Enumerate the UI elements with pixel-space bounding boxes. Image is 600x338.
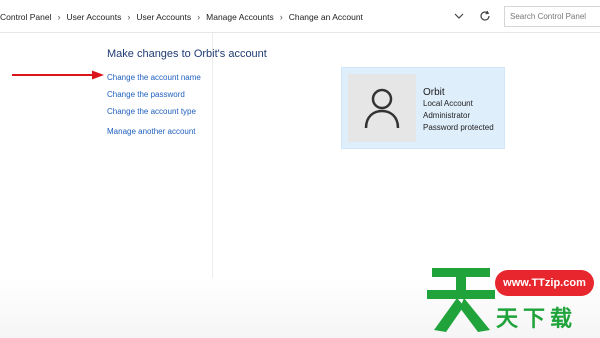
change-account-name-link[interactable]: Change the account name xyxy=(107,73,201,82)
breadcrumb-change-account[interactable]: Change an Account xyxy=(289,12,363,22)
breadcrumb-separator-icon: › xyxy=(127,11,131,22)
account-card: Orbit Local Account Administrator Passwo… xyxy=(341,67,505,149)
breadcrumb-control-panel[interactable]: Control Panel xyxy=(0,12,52,22)
change-account-type-link[interactable]: Change the account type xyxy=(107,107,196,116)
watermark-logo xyxy=(427,268,495,332)
search-input[interactable]: Search Control Panel xyxy=(504,6,600,27)
account-type: Local Account xyxy=(423,99,473,108)
breadcrumb: Control Panel › User Accounts › User Acc… xyxy=(0,0,363,33)
breadcrumb-separator-icon: › xyxy=(279,11,283,22)
account-role: Administrator xyxy=(423,111,471,120)
refresh-icon[interactable] xyxy=(478,9,492,23)
avatar xyxy=(348,74,416,142)
chevron-down-icon[interactable] xyxy=(452,9,466,23)
watermark-url: www.TTzip.com xyxy=(495,270,594,296)
breadcrumb-separator-icon: › xyxy=(57,11,61,22)
user-avatar-icon xyxy=(364,88,400,129)
change-password-link[interactable]: Change the password xyxy=(107,90,185,99)
breadcrumb-manage-accounts[interactable]: Manage Accounts xyxy=(206,12,274,22)
breadcrumb-user-accounts-2[interactable]: User Accounts xyxy=(136,12,191,22)
account-status: Password protected xyxy=(423,123,494,132)
account-name: Orbit xyxy=(423,87,445,98)
page-title: Make changes to Orbit's account xyxy=(107,48,267,60)
address-bar: Control Panel › User Accounts › User Acc… xyxy=(0,0,600,33)
arrow-pointer xyxy=(12,70,104,80)
breadcrumb-separator-icon: › xyxy=(197,11,201,22)
breadcrumb-user-accounts[interactable]: User Accounts xyxy=(67,12,122,22)
manage-another-account-link[interactable]: Manage another account xyxy=(107,127,196,136)
watermark-text: 天下载 xyxy=(496,307,578,332)
